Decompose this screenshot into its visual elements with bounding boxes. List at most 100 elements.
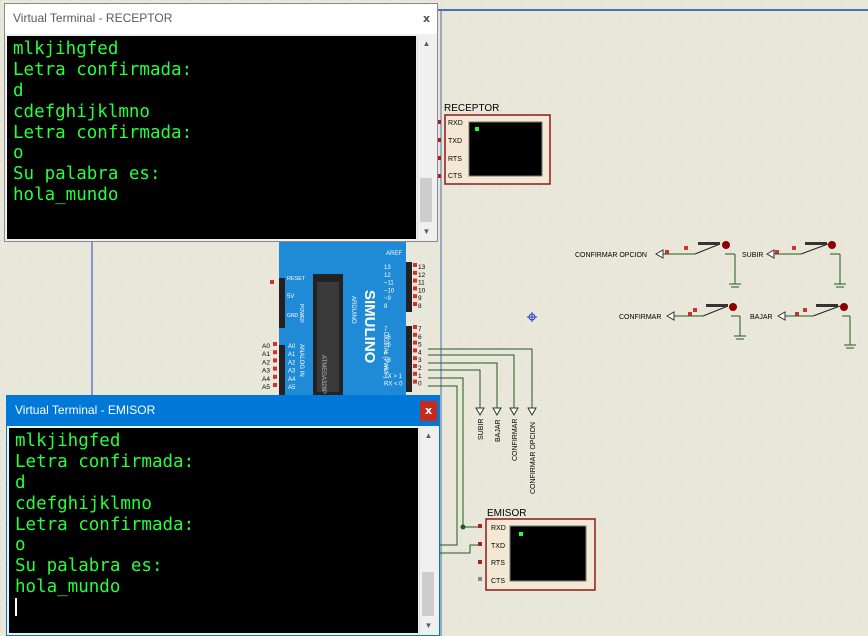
pin-marker [273, 342, 277, 346]
receptor-title-bar[interactable]: Virtual Terminal - RECEPTOR x [5, 4, 437, 34]
analog-pin-label: A1 [288, 352, 296, 358]
terminal-line: Letra confirmada: [13, 59, 193, 80]
digital-pin-label: ~6 [384, 335, 392, 341]
digital-pin-label: ~10 [384, 288, 395, 294]
emisor-scrollbar[interactable]: ▲ ▼ [419, 428, 437, 634]
terminal-line: Letra confirmada: [15, 451, 195, 472]
digital-pin-13: 13 [418, 264, 426, 271]
terminal-line: Letra confirmada: [13, 122, 193, 143]
pin-marker [413, 286, 417, 291]
pin-marker [413, 270, 417, 275]
digital-pin-label: ~3 [384, 358, 392, 364]
terminal-line: mlkjihgfed [15, 431, 121, 451]
pin-marker [413, 325, 417, 329]
receptor-pin-txd: TXD [448, 138, 462, 145]
arduino-gnd: GND [287, 313, 299, 319]
receptor-terminal-screen[interactable]: mlkjihgfed Letra confirmada: d cdefghijklmn… [7, 36, 416, 239]
pin-marker [413, 340, 417, 345]
emisor-terminal-screen[interactable]: mlkjihgfed Letra confirmada: d cdefghijklmn… [9, 428, 418, 633]
terminal-line: cdefghijklmno [13, 101, 150, 122]
emisor-scroll-up-icon[interactable]: ▲ [420, 428, 437, 444]
digital-pin-1: 1 [418, 373, 422, 380]
emisor-terminal-window[interactable]: Virtual Terminal - EMISOR x mlkjihgfed Le… [6, 395, 440, 636]
button-label-confirmar: CONFIRMAR [619, 314, 661, 321]
digital-pin-8: 8 [418, 303, 422, 310]
analog-pin-a3: A3 [262, 368, 270, 375]
receptor-terminal-window[interactable]: Virtual Terminal - RECEPTOR x mlkjihgfed… [4, 3, 438, 242]
terminal-line: hola_mundo [15, 577, 121, 598]
pin-marker [273, 383, 277, 387]
pin-marker [413, 356, 417, 361]
terminal-line: mlkjihgfed [13, 39, 119, 59]
digital-pin-2: 2 [418, 365, 422, 372]
pin-marker [413, 371, 417, 376]
pin-marker [413, 263, 417, 267]
arduino-brand: SIMULINO [361, 290, 378, 364]
receptor-pin-rxd: RXD [448, 120, 463, 127]
receptor-scroll-down-icon[interactable]: ▼ [418, 224, 435, 240]
arduino-analog-in-label: ANALOG IN [298, 344, 304, 377]
emisor-pin-rts: RTS [491, 560, 505, 567]
arduino-aref: AREF [386, 251, 402, 257]
digital-pin-label: 13 [384, 265, 391, 271]
pin-marker [413, 348, 417, 353]
label-confirmar-opcion: CONFIRMAR OPCION [530, 422, 537, 494]
label-confirmar: CONFIRMAR [512, 419, 519, 461]
arduino-5v: 5V [287, 294, 294, 300]
arduino-sub: ARDUINO [350, 296, 356, 324]
label-bajar: BAJAR [495, 419, 502, 442]
terminal-line: Su palabra es: [15, 556, 163, 577]
emisor-pin-txd: TXD [491, 543, 505, 550]
emisor-terminal-symbol[interactable]: EMISOR RXD TXD RTS CTS [478, 508, 596, 591]
button-label-bajar: BAJAR [750, 314, 773, 321]
label-subir: SUBIR [478, 419, 485, 440]
digital-pin-9: 9 [418, 295, 422, 302]
analog-pin-a5: A5 [262, 384, 270, 391]
terminal-line: cdefghijklmno [15, 493, 152, 514]
emisor-pin-cts: CTS [491, 578, 505, 585]
digital-pin-label: ~9 [384, 296, 392, 302]
digital-pin-6: 6 [418, 334, 422, 341]
receptor-pin-rts: RTS [448, 156, 462, 163]
terminal-line: Letra confirmada: [15, 514, 195, 535]
receptor-scroll-thumb[interactable] [420, 178, 432, 222]
analog-pin-a0: A0 [262, 343, 270, 350]
emisor-close-button[interactable]: x [420, 401, 437, 421]
receptor-pin-cts: CTS [448, 173, 462, 180]
receptor-close-button[interactable]: x [418, 9, 435, 29]
emisor-scroll-thumb[interactable] [422, 572, 434, 616]
digital-pin-5: 5 [418, 342, 422, 349]
terminal-cursor-line [15, 598, 418, 619]
pin-marker [413, 302, 417, 306]
analog-pin-a2: A2 [262, 359, 270, 366]
arduino-board[interactable]: ATMEGA328P SIMULINO ARDUINO DIGITAL (PWM… [262, 240, 426, 396]
terminal-line: hola_mundo [13, 185, 119, 206]
pin-marker [413, 379, 417, 384]
analog-pin-label: A5 [288, 385, 296, 391]
button-label-confirmar-opcion: CONFIRMAR OPCION [575, 252, 647, 259]
pin-marker [413, 332, 417, 337]
text-cursor [15, 598, 17, 617]
emisor-title-bar[interactable]: Virtual Terminal - EMISOR x [7, 396, 439, 426]
receptor-scrollbar[interactable]: ▲ ▼ [417, 36, 435, 240]
arduino-power-label: POWER [298, 304, 304, 323]
terminal-line: o [15, 535, 26, 556]
digital-pin-label: ~11 [384, 281, 394, 287]
digital-pin-3: 3 [418, 357, 422, 364]
emisor-label: EMISOR [487, 508, 526, 519]
emisor-scroll-down-icon[interactable]: ▼ [420, 618, 437, 634]
receptor-terminal-symbol[interactable]: RECEPTOR RXD TXD RTS CTS [437, 103, 551, 185]
digital-pin-label: TX > 1 [384, 374, 403, 380]
digital-pin-11: 11 [418, 280, 425, 287]
pin-marker [273, 358, 277, 363]
analog-pin-a4: A4 [262, 376, 270, 383]
receptor-scroll-up-icon[interactable]: ▲ [418, 36, 435, 52]
analog-pin-label: A0 [288, 344, 296, 350]
digital-pin-label: 12 [384, 273, 391, 279]
analog-pin-a1: A1 [262, 351, 270, 358]
digital-pin-12: 12 [418, 272, 426, 279]
button-label-subir: SUBIR [742, 252, 763, 259]
pin-marker [273, 366, 277, 371]
emisor-pin-rxd: RXD [491, 525, 506, 532]
digital-pin-7: 7 [418, 326, 422, 333]
